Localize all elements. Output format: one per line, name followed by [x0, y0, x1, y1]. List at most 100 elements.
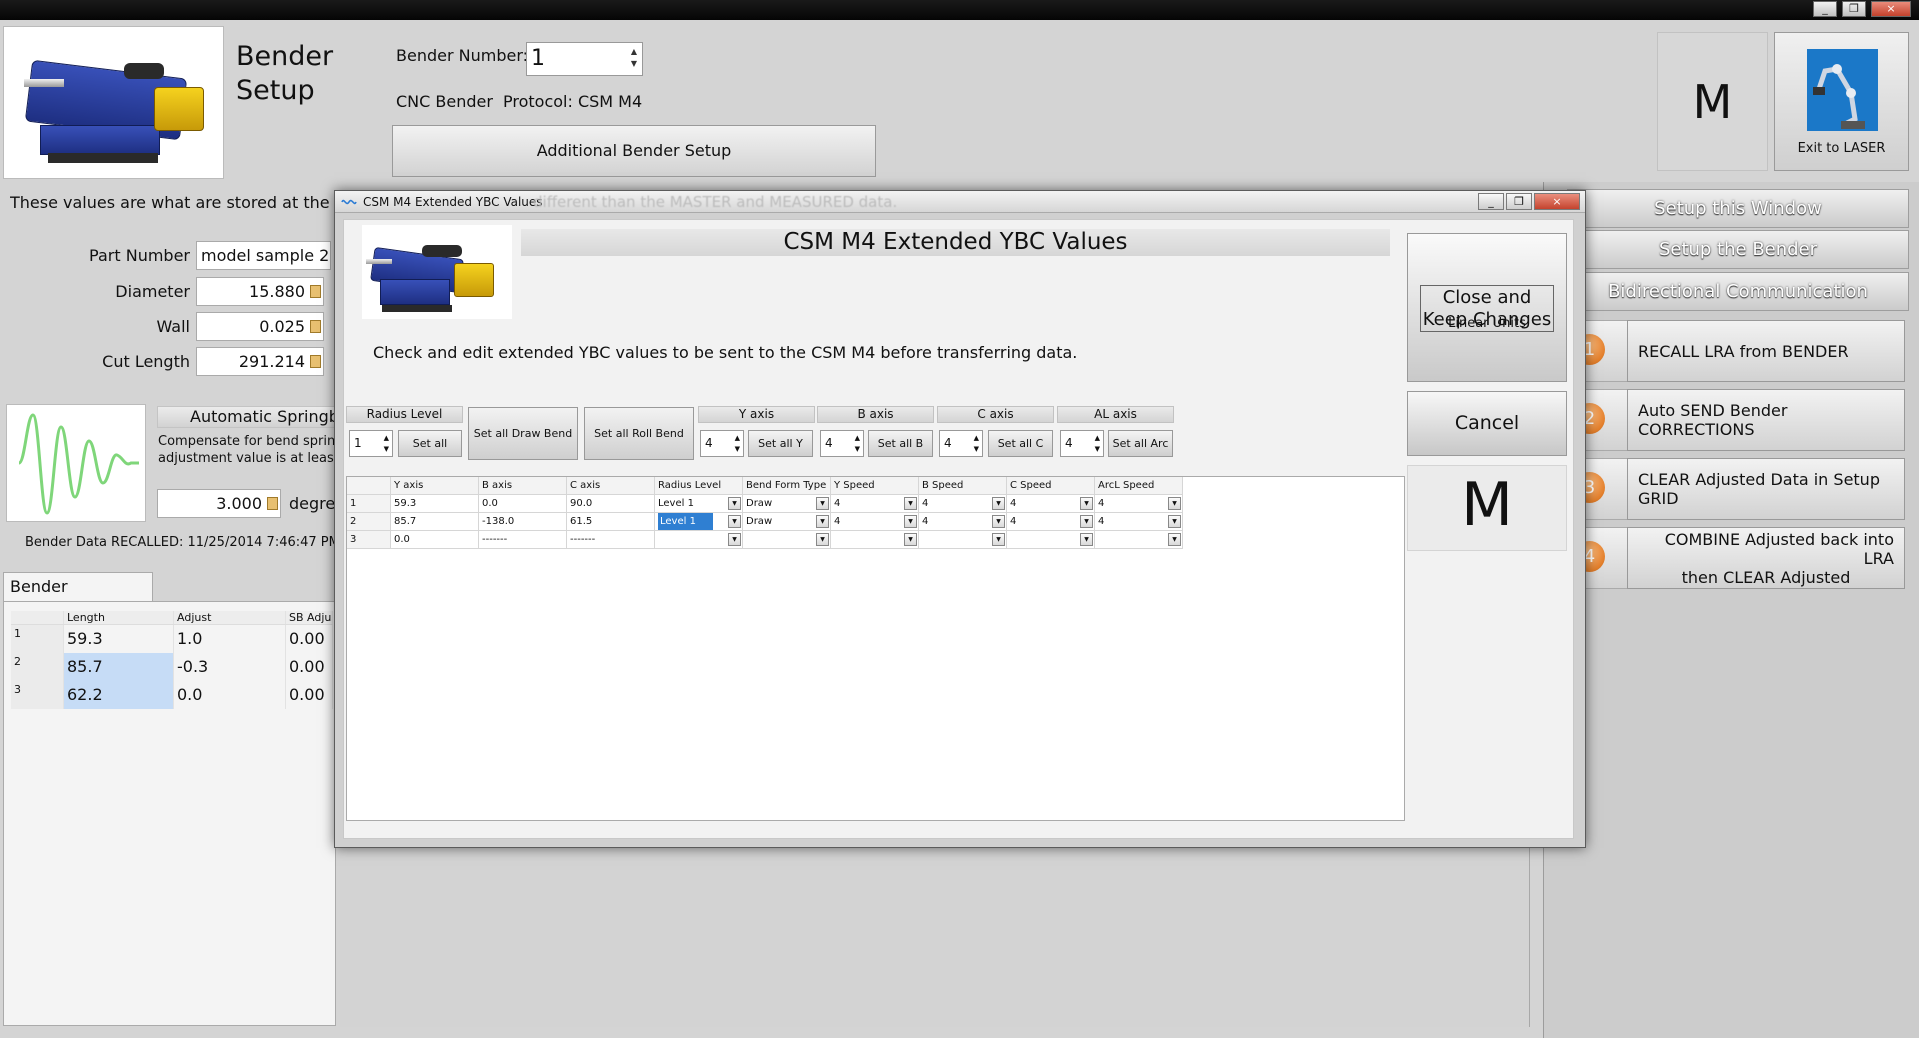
c-axis-cell[interactable]: 61.5	[567, 513, 655, 531]
recall-lra-button[interactable]: RECALL LRA from BENDER	[1627, 320, 1905, 382]
y-speed-cell[interactable]: 4 ▼	[831, 495, 919, 513]
column-header[interactable]: Radius Level	[655, 477, 743, 495]
setup-the-bender-button[interactable]: Setup the Bender	[1567, 230, 1909, 269]
minimize-button[interactable]: _	[1813, 1, 1837, 17]
dropdown-arrow-icon[interactable]: ▼	[728, 533, 741, 546]
al-axis-stepper[interactable]: 4 ▲ ▼	[1060, 430, 1104, 457]
bender-number-stepper[interactable]: 1 ▲ ▼	[526, 42, 643, 76]
dialog-minimize-button[interactable]: _	[1478, 193, 1504, 210]
clear-adjusted-button[interactable]: CLEAR Adjusted Data in Setup GRID	[1627, 458, 1905, 520]
dropdown-arrow-icon[interactable]: ▼	[904, 497, 917, 510]
restore-button[interactable]: ❐	[1842, 1, 1866, 17]
springback-field[interactable]: 3.000	[157, 489, 281, 518]
set-all-draw-bend-button[interactable]: Set all Draw Bend	[468, 407, 578, 460]
dropdown-arrow-icon[interactable]: ▼	[904, 533, 917, 546]
y-axis-stepper[interactable]: 4 ▲ ▼	[700, 430, 744, 457]
column-header[interactable]: C Speed	[1007, 477, 1095, 495]
adjust-cell[interactable]: 1.0	[174, 625, 286, 653]
bend-form-type-cell[interactable]: Draw ▼	[743, 495, 831, 513]
dropdown-arrow-icon[interactable]: ▼	[992, 497, 1005, 510]
table-row[interactable]: 1 59.3 1.0 0.00	[11, 625, 333, 653]
set-all-radius-button[interactable]: Set all	[398, 430, 462, 457]
radius-level-cell[interactable]: Level 1 ▼	[655, 513, 743, 531]
arcl-speed-cell[interactable]: ▼	[1095, 531, 1183, 549]
sb-adjust-cell[interactable]: 0.00	[286, 625, 333, 653]
bidirectional-communication-button[interactable]: Bidirectional Communication	[1567, 272, 1909, 311]
y-axis-cell[interactable]: 59.3	[391, 495, 479, 513]
y-axis-cell[interactable]: 0.0	[391, 531, 479, 549]
stepper-arrows-icon[interactable]: ▲ ▼	[629, 46, 639, 70]
set-all-arc-button[interactable]: Set all Arc	[1108, 430, 1173, 457]
sb-adjust-cell[interactable]: 0.00	[286, 653, 333, 681]
c-axis-cell[interactable]: -------	[567, 531, 655, 549]
b-speed-cell[interactable]: 4 ▼	[919, 495, 1007, 513]
dropdown-arrow-icon[interactable]: ▼	[1168, 497, 1181, 510]
table-row[interactable]: 3 0.0 ------- ------- ▼ ▼ ▼ ▼ ▼ ▼	[347, 531, 1401, 549]
b-axis-cell[interactable]: -------	[479, 531, 567, 549]
arcl-speed-cell[interactable]: 4 ▼	[1095, 495, 1183, 513]
c-axis-stepper[interactable]: 4 ▲ ▼	[939, 430, 983, 457]
tab-bender-adjustment[interactable]: Bender Adjustment	[3, 572, 153, 624]
diameter-field[interactable]: 15.880	[196, 277, 324, 306]
c-axis-cell[interactable]: 90.0	[567, 495, 655, 513]
dialog-title-bar[interactable]: CSM M4 Extended YBC Values different tha…	[335, 191, 1585, 213]
y-speed-cell[interactable]: 4 ▼	[831, 513, 919, 531]
c-speed-cell[interactable]: 4 ▼	[1007, 495, 1095, 513]
table-row[interactable]: 1 59.3 0.0 90.0 Level 1 ▼ Draw ▼ 4 ▼ 4 ▼ 4 ▼ …	[347, 495, 1401, 513]
dropdown-arrow-icon[interactable]: ▼	[992, 533, 1005, 546]
c-speed-cell[interactable]: ▼	[1007, 531, 1095, 549]
table-row[interactable]: 2 85.7 -138.0 61.5 Level 1 ▼ Draw ▼ 4 ▼ 4 ▼ …	[347, 513, 1401, 531]
table-row[interactable]: 3 62.2 0.0 0.00	[11, 681, 333, 709]
column-header[interactable]: SB Adjus	[286, 611, 333, 624]
exit-to-laser-button[interactable]: Exit to LASER	[1774, 32, 1909, 171]
length-cell[interactable]: 62.2	[64, 681, 174, 709]
y-axis-cell[interactable]: 85.7	[391, 513, 479, 531]
close-and-keep-changes-button[interactable]: Close and Keep Changes	[1407, 233, 1567, 382]
adjust-cell[interactable]: 0.0	[174, 681, 286, 709]
column-header[interactable]: Length	[64, 611, 174, 624]
column-header[interactable]: ArcL Speed	[1095, 477, 1183, 495]
b-speed-cell[interactable]: ▼	[919, 531, 1007, 549]
calculator-icon[interactable]	[310, 285, 321, 298]
combine-adjusted-button[interactable]: COMBINE Adjusted back into LRA then CLEA…	[1627, 527, 1905, 589]
column-header[interactable]: B axis	[479, 477, 567, 495]
sb-adjust-cell[interactable]: 0.00	[286, 681, 333, 709]
column-header[interactable]: Adjust	[174, 611, 286, 624]
b-axis-cell[interactable]: 0.0	[479, 495, 567, 513]
column-header[interactable]: Bend Form Type	[743, 477, 831, 495]
dialog-restore-button[interactable]: ❐	[1506, 193, 1532, 210]
bend-form-type-cell[interactable]: Draw ▼	[743, 513, 831, 531]
dropdown-arrow-icon[interactable]: ▼	[992, 515, 1005, 528]
radius-level-cell[interactable]: Level 1 ▼	[655, 495, 743, 513]
additional-bender-setup-button[interactable]: Additional Bender Setup	[392, 125, 876, 177]
b-speed-cell[interactable]: 4 ▼	[919, 513, 1007, 531]
arcl-speed-cell[interactable]: 4 ▼	[1095, 513, 1183, 531]
dropdown-arrow-icon[interactable]: ▼	[728, 515, 741, 528]
length-cell[interactable]: 59.3	[64, 625, 174, 653]
bend-form-type-cell[interactable]: ▼	[743, 531, 831, 549]
cancel-button[interactable]: Cancel	[1407, 391, 1567, 456]
dropdown-arrow-icon[interactable]: ▼	[1080, 533, 1093, 546]
cut-length-field[interactable]: 291.214	[196, 347, 324, 376]
auto-send-corrections-button[interactable]: Auto SEND Bender CORRECTIONS	[1627, 389, 1905, 451]
set-all-b-button[interactable]: Set all B	[868, 430, 933, 457]
radius-level-cell[interactable]: ▼	[655, 531, 743, 549]
dialog-close-button[interactable]: ×	[1534, 193, 1580, 210]
column-header[interactable]: Y Speed	[831, 477, 919, 495]
calculator-icon[interactable]	[267, 497, 278, 510]
dropdown-arrow-icon[interactable]: ▼	[1168, 533, 1181, 546]
part-number-field[interactable]: model sample 2b -	[196, 241, 331, 270]
dropdown-arrow-icon[interactable]: ▼	[728, 497, 741, 510]
dropdown-arrow-icon[interactable]: ▼	[1168, 515, 1181, 528]
setup-this-window-button[interactable]: Setup this Window	[1567, 189, 1909, 228]
b-axis-cell[interactable]: -138.0	[479, 513, 567, 531]
close-button[interactable]: ×	[1871, 1, 1911, 17]
dropdown-arrow-icon[interactable]: ▼	[1080, 515, 1093, 528]
column-header[interactable]: C axis	[567, 477, 655, 495]
dropdown-arrow-icon[interactable]: ▼	[816, 497, 829, 510]
set-all-c-button[interactable]: Set all C	[988, 430, 1053, 457]
calculator-icon[interactable]	[310, 320, 321, 333]
column-header[interactable]: Y axis	[391, 477, 479, 495]
radius-level-stepper[interactable]: 1 ▲ ▼	[349, 430, 393, 457]
wall-field[interactable]: 0.025	[196, 312, 324, 341]
